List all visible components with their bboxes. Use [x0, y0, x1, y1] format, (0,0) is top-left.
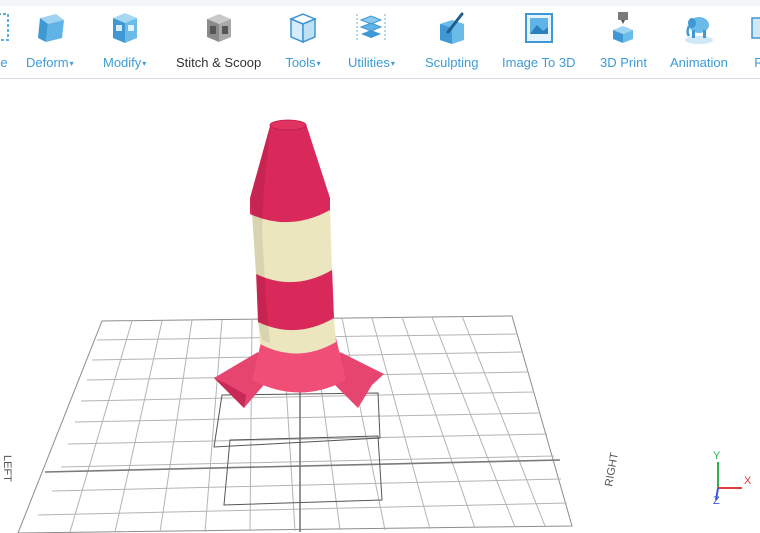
tool-stitch-scoop[interactable]: Stitch & Scoop: [176, 10, 261, 76]
tool-animation-label: Animation: [670, 55, 728, 70]
axis-y-label: Y: [713, 450, 721, 462]
object-bounding-outline: [213, 392, 383, 506]
tool-partial-left-label: e: [0, 55, 8, 70]
tool-deform[interactable]: Deform▾: [26, 10, 74, 76]
tool-image-to-3d[interactable]: Image To 3D: [502, 10, 575, 76]
tool-tools-label: Tools: [285, 55, 316, 70]
grid-left-label: LEFT: [1, 455, 13, 482]
sculpting-icon: [439, 12, 464, 44]
chevron-down-icon: ▾: [390, 59, 395, 69]
grid-right-label: RIGHT: [603, 451, 621, 487]
tool-partial-right[interactable]: R: [750, 10, 760, 76]
tool-stitch-scoop-label: Stitch & Scoop: [176, 55, 262, 70]
deform-cube-icon: [37, 14, 64, 42]
tool-utilities[interactable]: Utilities▾: [348, 10, 395, 76]
tool-tools[interactable]: Tools▾: [285, 10, 321, 76]
utilities-stack-icon: [356, 14, 386, 42]
tool-image-to-3d-label: Image To 3D: [502, 55, 576, 70]
tool-animation[interactable]: Animation: [670, 10, 728, 76]
tool-sculpting[interactable]: Sculpting: [425, 10, 478, 76]
toolbar-top-strip: [0, 0, 760, 6]
chevron-down-icon: ▾: [316, 59, 321, 69]
image-to-3d-icon: [524, 13, 553, 43]
tool-modify[interactable]: Modify▾: [103, 10, 146, 76]
modify-cube-icon: [112, 13, 137, 43]
axis-x-label: X: [744, 475, 752, 487]
rocket-model[interactable]: [214, 119, 384, 408]
tools-cube-icon: [289, 13, 317, 44]
toolbar: e Deform▾ Modify▾ Stitch & Scoop Tools▾ …: [0, 0, 760, 79]
tool-3d-print-label: 3D Print: [600, 55, 647, 70]
3d-viewport[interactable]: LEFT RIGHT Y X Z: [0, 79, 760, 533]
axis-gizmo: Y X Z: [713, 450, 752, 507]
partial-cube-icon: [0, 13, 9, 41]
stitch-scoop-icon: [206, 14, 231, 42]
axis-z-label: Z: [713, 495, 720, 507]
chevron-down-icon: ▾: [142, 59, 147, 69]
partial-tool-icon: [751, 17, 760, 39]
chevron-down-icon: ▾: [69, 59, 74, 69]
tool-deform-label: Deform: [26, 55, 69, 70]
tool-sculpting-label: Sculpting: [425, 55, 479, 70]
animation-elephant-icon: [684, 17, 713, 44]
tool-partial-left[interactable]: e: [0, 10, 22, 76]
tool-utilities-label: Utilities: [348, 55, 390, 70]
tool-3d-print[interactable]: 3D Print: [600, 10, 647, 76]
3d-print-icon: [613, 12, 634, 43]
tool-modify-label: Modify: [103, 55, 142, 70]
tool-partial-right-label: R: [754, 55, 760, 70]
rocket-tip: [269, 119, 307, 131]
